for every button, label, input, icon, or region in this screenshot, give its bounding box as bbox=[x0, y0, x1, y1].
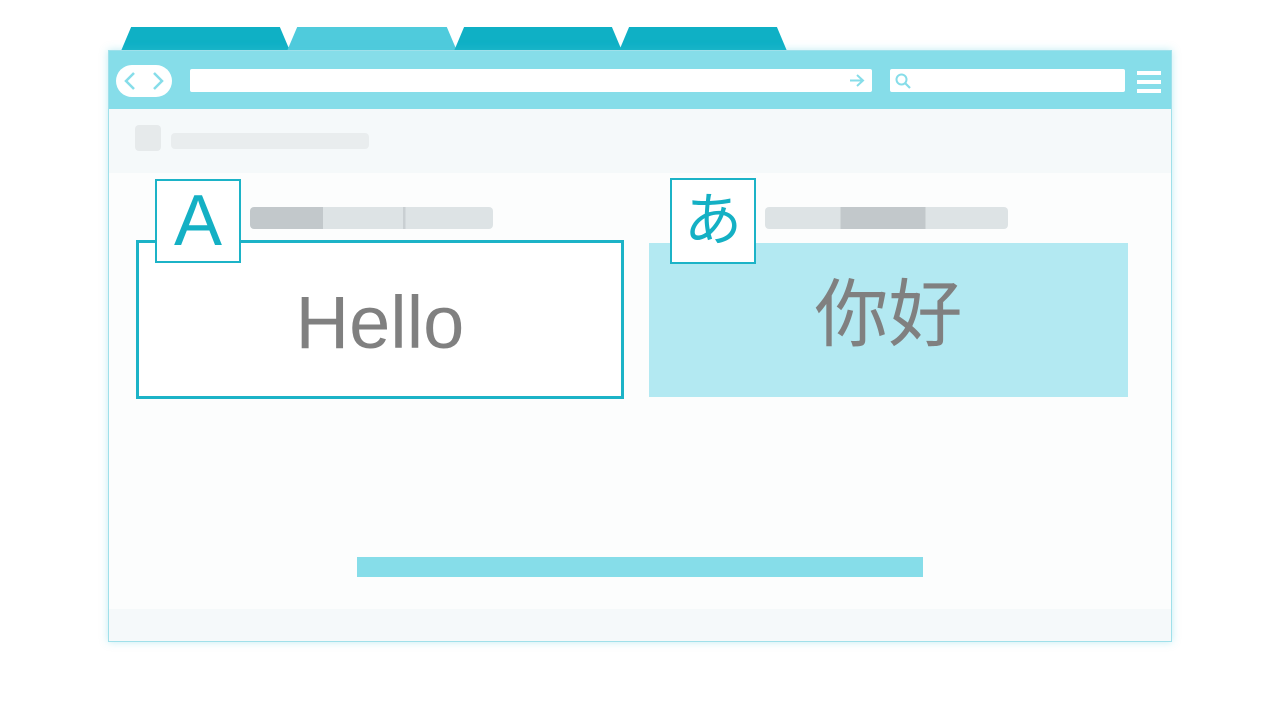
search-bar[interactable] bbox=[890, 69, 1125, 92]
hamburger-menu-icon[interactable] bbox=[1137, 71, 1161, 93]
forward-button[interactable] bbox=[144, 65, 172, 97]
source-language-letter: A bbox=[173, 181, 223, 261]
tab-1[interactable] bbox=[121, 27, 290, 51]
nav-buttons bbox=[116, 65, 172, 97]
target-language-letter: あ bbox=[683, 188, 742, 253]
target-language-selector-placeholder[interactable] bbox=[765, 207, 1008, 229]
page-title-placeholder bbox=[171, 133, 369, 149]
target-text-panel: 你好 bbox=[649, 243, 1128, 397]
arrow-right-icon[interactable] bbox=[848, 72, 866, 89]
tab-3[interactable] bbox=[454, 27, 622, 51]
browser-toolbar bbox=[109, 51, 1171, 109]
tab-4[interactable] bbox=[619, 27, 787, 51]
search-icon bbox=[895, 73, 911, 89]
source-text-panel[interactable]: Hello bbox=[136, 240, 624, 399]
chevron-right-icon bbox=[153, 72, 164, 90]
chevron-left-icon bbox=[124, 72, 135, 90]
page-header bbox=[109, 109, 1171, 173]
favicon-placeholder bbox=[135, 125, 161, 151]
translate-action-bar[interactable] bbox=[357, 557, 923, 577]
address-bar[interactable] bbox=[190, 69, 872, 92]
browser-window: Hello A 你好 あ bbox=[108, 50, 1172, 642]
source-language-selector-placeholder[interactable] bbox=[250, 207, 493, 229]
target-language-icon: あ bbox=[670, 178, 756, 264]
target-text: 你好 bbox=[814, 273, 963, 356]
back-button[interactable] bbox=[116, 65, 144, 97]
tab-2[interactable] bbox=[287, 27, 457, 51]
source-text: Hello bbox=[295, 281, 465, 364]
source-language-icon: A bbox=[155, 179, 241, 263]
page-footer bbox=[109, 609, 1171, 641]
